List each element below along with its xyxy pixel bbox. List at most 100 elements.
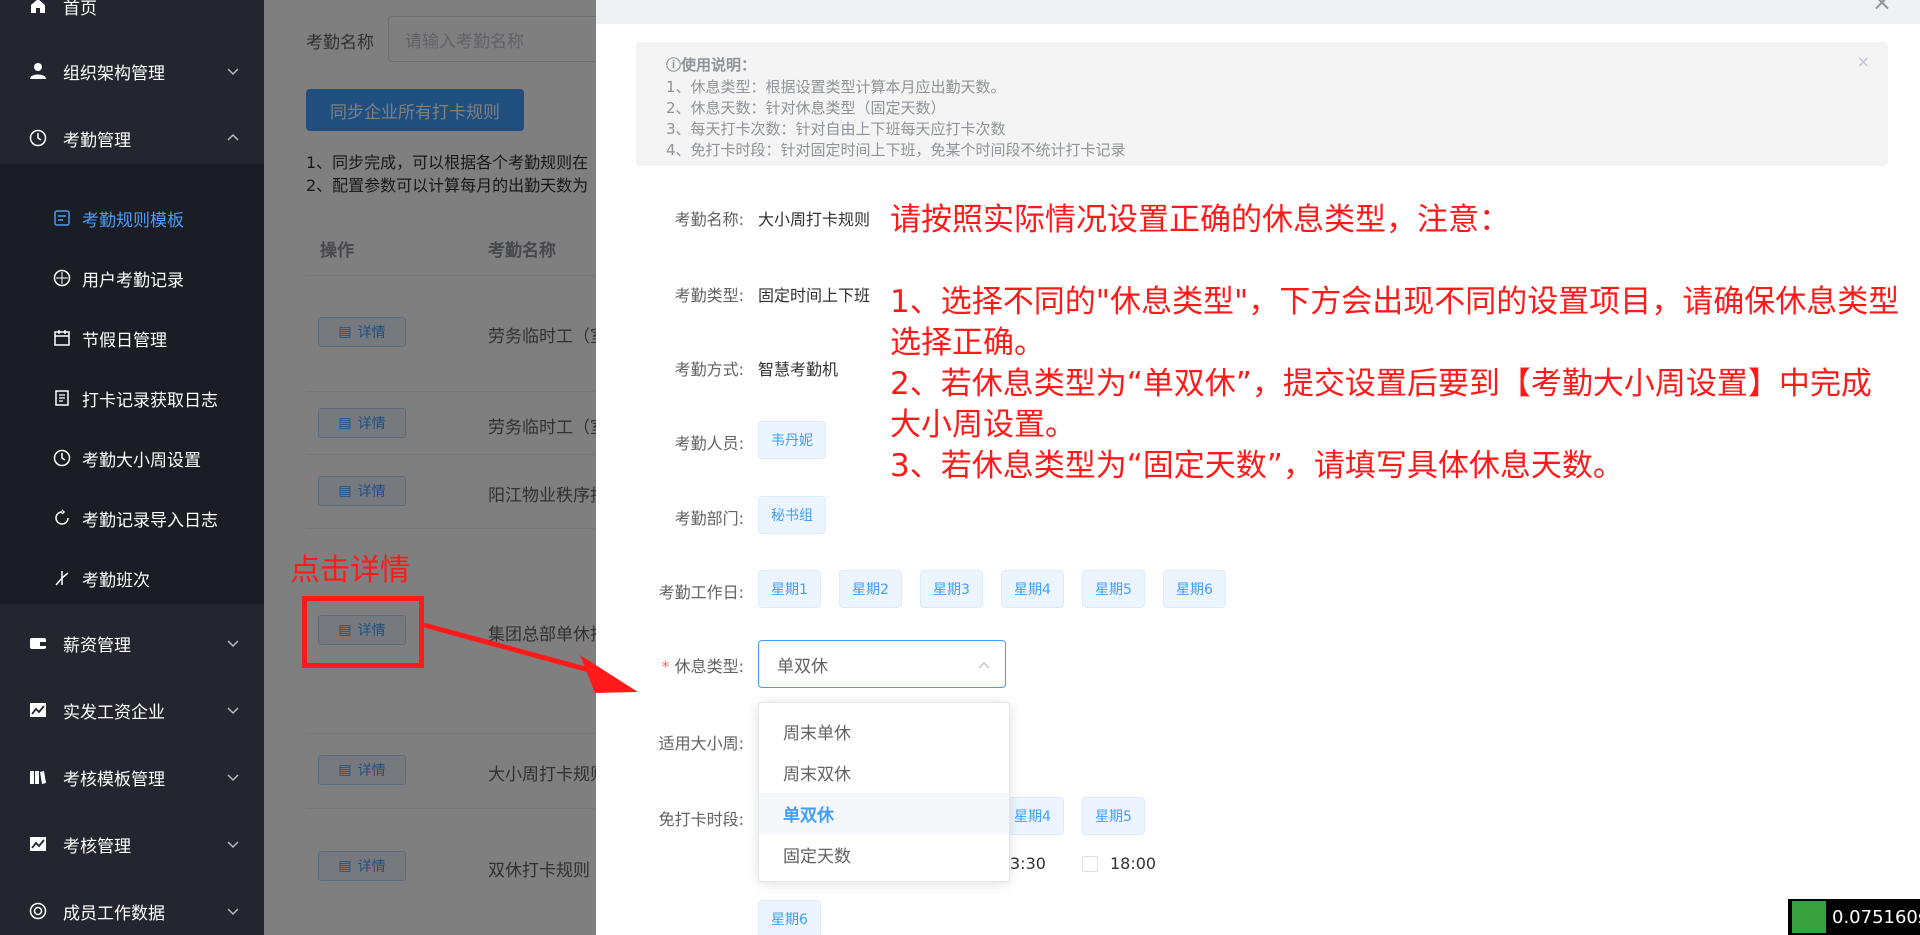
chevron-down-icon	[227, 908, 239, 916]
rest-type-value: 单双休	[777, 656, 828, 677]
sidebar-subitem-label: 考勤规则模板	[82, 210, 184, 231]
field-value-method: 智慧考勤机	[758, 360, 839, 379]
chevron-down-icon	[227, 640, 239, 648]
clock-icon	[52, 448, 72, 468]
sidebar-subitem-shifts[interactable]: 考勤班次	[0, 554, 264, 602]
chart-icon	[28, 834, 48, 854]
close-icon[interactable]: ×	[1872, 0, 1892, 16]
field-label-rest-type: * 休息类型:	[634, 653, 745, 677]
usage-notice: ⓘ使用说明： 1、休息类型：根据设置类型计算本月应出勤天数。 2、休息天数：针对…	[636, 42, 1888, 166]
workday-tag: 星期3	[920, 570, 983, 608]
sidebar-item-label: 首页	[63, 0, 97, 19]
field-label-staff: 考勤人员:	[674, 434, 744, 453]
sidebar-item-salary[interactable]: 薪资管理	[0, 619, 264, 667]
sidebar-item-label: 考核管理	[63, 836, 131, 857]
rest-type-option[interactable]: 周末双休	[759, 752, 1009, 793]
annotation-note-2: 2、若休息类型为“单双休”，提交设置后要到【考勤大小周设置】中完成大小周设置。	[890, 366, 1872, 443]
lifebuoy-icon	[28, 901, 48, 921]
chevron-down-icon	[227, 68, 239, 76]
sidebar-item-label: 实发工资企业	[63, 702, 165, 723]
workday-tag: 星期2	[839, 570, 902, 608]
sidebar-item-assessment-template[interactable]: 考核模板管理	[0, 753, 264, 801]
info-icon: ⓘ	[666, 56, 682, 74]
clock-icon	[28, 128, 48, 148]
home-icon	[28, 0, 48, 16]
sidebar-subitem-week-setting[interactable]: 考勤大小周设置	[0, 434, 264, 482]
notice-line: 4、免打卡时段：针对固定时间上下班，免某个时间段不统计打卡记录	[666, 141, 1126, 159]
sidebar-item-label: 成员工作数据	[63, 903, 165, 924]
time-value: 18:00	[1110, 854, 1157, 873]
field-label-big-small-week: 适用大小周:	[658, 734, 744, 753]
refresh-icon	[52, 508, 72, 528]
timer-badge: 0.075160s	[1788, 899, 1920, 935]
annotation-note-title: 请按照实际情况设置正确的休息类型，注意：	[890, 202, 1510, 238]
leaf-logo-icon	[1792, 901, 1826, 933]
field-label-type: 考勤类型:	[674, 286, 744, 305]
sidebar-item-attendance[interactable]: 考勤管理	[0, 114, 264, 162]
sidebar-subitem-label: 用户考勤记录	[82, 270, 184, 291]
user-icon	[28, 61, 48, 81]
free-punch-tag: 星期4	[1001, 797, 1064, 835]
notice-close-icon[interactable]: ×	[1857, 52, 1870, 71]
dept-tag: 秘书组	[758, 496, 826, 534]
timer-value: 0.075160s	[1832, 906, 1920, 928]
time-checkbox[interactable]	[1082, 856, 1098, 872]
field-value-name: 大小周打卡规则	[758, 210, 871, 229]
field-label-name: 考勤名称:	[674, 210, 744, 229]
free-punch-tag: 星期6	[758, 900, 821, 935]
document-icon	[52, 388, 72, 408]
sidebar-subitem-label: 考勤记录导入日志	[82, 510, 218, 531]
chart-icon	[28, 700, 48, 720]
workday-tag: 星期1	[758, 570, 821, 608]
sidebar-item-member-data[interactable]: 成员工作数据	[0, 887, 264, 935]
notice-line: 3、每天打卡次数：针对自由上下班每天应打卡次数	[666, 120, 1006, 138]
workday-tag: 星期6	[1163, 570, 1226, 608]
field-value-type: 固定时间上下班	[758, 286, 871, 305]
wallet-icon	[28, 633, 48, 653]
sidebar-subitem-holidays[interactable]: 节假日管理	[0, 314, 264, 362]
sidebar-item-label: 组织架构管理	[63, 63, 165, 84]
rest-type-option-selected[interactable]: 单双休	[759, 793, 1009, 834]
notice-title-text: 使用说明：	[681, 56, 757, 74]
library-icon	[28, 767, 48, 787]
calendar-icon	[52, 328, 72, 348]
time-value: 3:30	[1010, 854, 1046, 873]
sidebar-item-payroll-company[interactable]: 实发工资企业	[0, 686, 264, 734]
free-punch-tag: 星期5	[1082, 797, 1145, 835]
sidebar-item-label: 考勤管理	[63, 130, 131, 151]
rest-type-select[interactable]: 单双休	[758, 640, 1006, 688]
notice-line: 1、休息类型：根据设置类型计算本月应出勤天数。	[666, 78, 1006, 96]
workday-tag: 星期5	[1082, 570, 1145, 608]
sidebar-item-home[interactable]: 首页	[0, 0, 264, 30]
sidebar-subitem-label: 考勤班次	[82, 570, 150, 591]
compass-icon	[52, 268, 72, 288]
chevron-up-icon	[978, 661, 990, 669]
chevron-up-icon	[227, 133, 239, 141]
sidebar: 首页 组织架构管理 考勤管理 考勤规则模板 用户考勤记录 节假日管理 打卡记录获…	[0, 0, 264, 935]
rest-type-option[interactable]: 固定天数	[759, 834, 1009, 875]
sidebar-item-label: 考核模板管理	[63, 769, 165, 790]
sidebar-subitem-label: 考勤大小周设置	[82, 450, 201, 471]
sidebar-item-label: 薪资管理	[63, 635, 131, 656]
sidebar-item-assessment[interactable]: 考核管理	[0, 820, 264, 868]
sidebar-subitem-user-records[interactable]: 用户考勤记录	[0, 254, 264, 302]
annotation-note-1: 1、选择不同的"休息类型"，下方会出现不同的设置项目，请确保休息类型选择正确。	[890, 284, 1900, 361]
rest-type-dropdown: 周末单休 周末双休 单双休 固定天数	[758, 702, 1010, 882]
field-label-method: 考勤方式:	[674, 360, 744, 379]
sidebar-subitem-punch-log[interactable]: 打卡记录获取日志	[0, 374, 264, 422]
staff-tag: 韦丹妮	[758, 421, 826, 459]
annotation-note-3: 3、若休息类型为“固定天数”，请填写具体休息天数。	[890, 448, 1624, 484]
template-icon	[52, 208, 72, 228]
sidebar-subitem-rule-template[interactable]: 考勤规则模板	[0, 194, 264, 242]
annotation-highlight-box	[302, 596, 424, 668]
annotation-click-detail: 点击详情	[290, 553, 410, 588]
split-icon	[52, 568, 72, 588]
rest-type-option[interactable]: 周末单休	[759, 711, 1009, 752]
chevron-down-icon	[227, 774, 239, 782]
field-label-free-punch: 免打卡时段:	[658, 810, 744, 829]
annotation-arrow	[423, 622, 638, 693]
sidebar-subitem-import-log[interactable]: 考勤记录导入日志	[0, 494, 264, 542]
sidebar-item-org[interactable]: 组织架构管理	[0, 47, 264, 95]
drawer-header: ×	[596, 0, 1920, 24]
rest-type-label-text: 休息类型:	[674, 657, 744, 676]
